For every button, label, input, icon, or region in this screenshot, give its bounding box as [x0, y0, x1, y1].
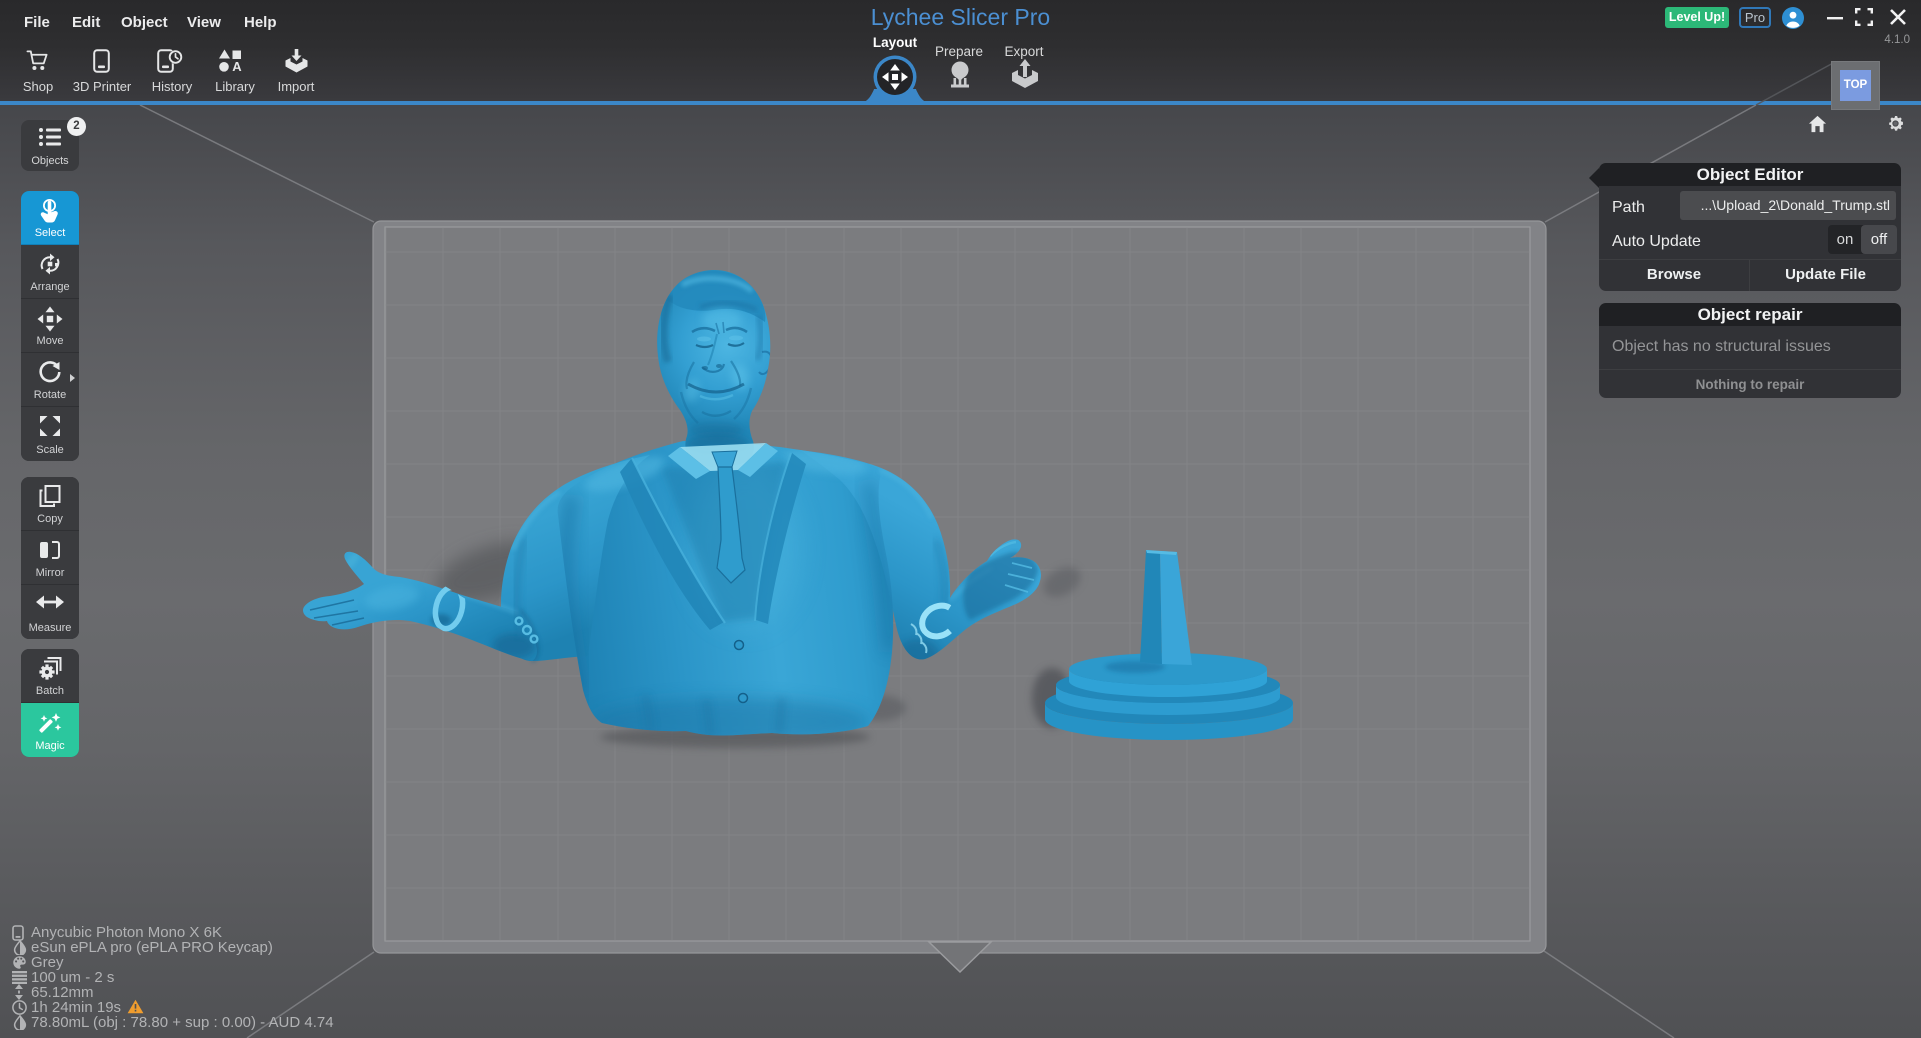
svg-text:A: A [232, 59, 242, 72]
